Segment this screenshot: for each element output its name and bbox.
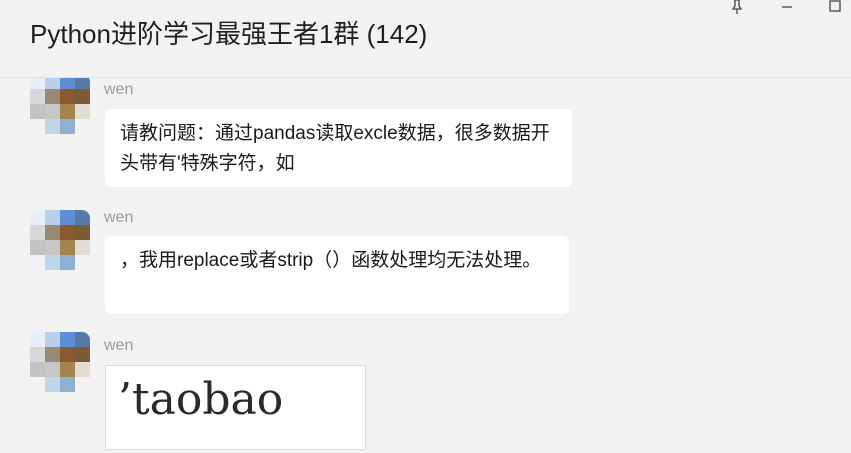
- maximize-icon: [829, 0, 841, 12]
- message-bubble[interactable]: 请教问题：通过pandas读取excle数据，很多数据开头带有'特殊字符，如: [105, 109, 572, 187]
- avatar[interactable]: [30, 210, 90, 270]
- chat-title: Python进阶学习最强王者1群 (142): [30, 19, 428, 49]
- sender-name: wen: [104, 337, 134, 354]
- chat-message-list[interactable]: wen 请教问题：通过pandas读取excle数据，很多数据开头带有'特殊字符…: [0, 78, 851, 453]
- sender-name: wen: [104, 209, 134, 226]
- minimize-icon: [782, 6, 792, 8]
- image-message-text: ’taobao: [118, 374, 284, 425]
- pin-button[interactable]: [725, 0, 749, 16]
- avatar[interactable]: [30, 332, 90, 392]
- avatar[interactable]: [30, 78, 90, 134]
- maximize-button[interactable]: [823, 0, 847, 16]
- chat-header: Python进阶学习最强王者1群 (142): [0, 0, 851, 78]
- sender-name: wen: [104, 81, 134, 98]
- window-controls: [711, 0, 851, 16]
- image-message[interactable]: ’taobao: [105, 365, 366, 450]
- minimize-button[interactable]: [775, 0, 799, 16]
- message-bubble[interactable]: ，我用replace或者strip（）函数处理均无法处理。: [105, 236, 569, 314]
- pin-icon: [731, 0, 743, 14]
